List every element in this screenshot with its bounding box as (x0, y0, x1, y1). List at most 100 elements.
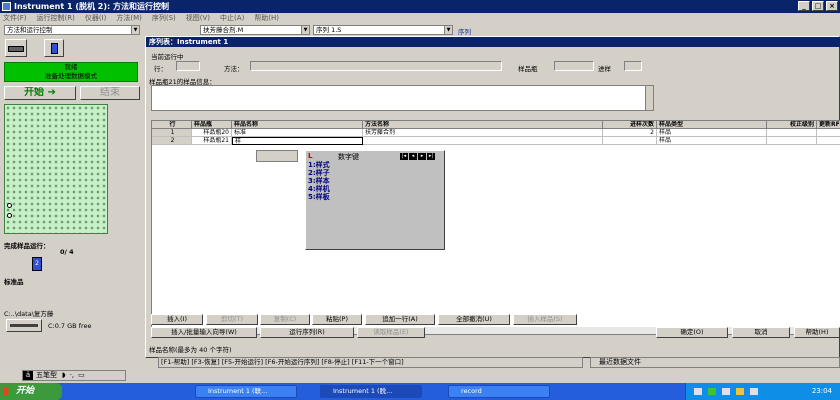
method-select[interactable]: 扶芳藤合剂.M ▼ (200, 25, 310, 35)
cell-sample-type[interactable]: 样品 (657, 137, 767, 145)
punctuation-icon[interactable]: ·, (68, 371, 76, 380)
autosampler-tray[interactable] (4, 104, 108, 234)
cell-vial[interactable]: 样品瓶20 (192, 129, 232, 137)
tray-device-icon[interactable] (750, 388, 758, 395)
cancel-button[interactable]: 取消 (732, 327, 790, 338)
cell-update-rf[interactable] (817, 137, 840, 145)
toolbar: 方法和运行控制 ▼ 扶芳藤合剂.M ▼ 序列 1.S ▼ 序列 (0, 24, 840, 36)
cell-sample-name[interactable]: 标准 (232, 129, 363, 137)
paste-button[interactable]: 粘贴(P) (312, 314, 362, 325)
menu-sequence[interactable]: 序列(S) (152, 13, 176, 24)
cell-calib-level[interactable] (767, 129, 817, 137)
start-label: 开始 (24, 87, 45, 98)
menu-file[interactable]: 文件(F) (3, 13, 27, 24)
dialog-status-text: 样品名称(最多为 40 个字符) (149, 346, 232, 354)
status-mode: 准备处理数据模式 (45, 72, 97, 80)
insert-sample-button[interactable]: 插入样品(S) (513, 314, 577, 325)
ime-candidate[interactable]: 3:样本 (308, 177, 330, 185)
menu-view[interactable]: 视图(V) (186, 13, 210, 24)
column-header-sample-name[interactable]: 样品名称 (232, 121, 363, 129)
ime-last-page-icon[interactable]: ▸| (427, 153, 435, 160)
tray-position-marker (7, 203, 12, 208)
sequence-grid[interactable]: 行 样品瓶 样品名称 方法名称 进样次数 样品类型 校正级别 更新RF 1 样品… (151, 120, 840, 335)
help-button[interactable]: 帮助(H) (794, 327, 840, 338)
ime-next-page-icon[interactable]: ▸ (418, 153, 426, 160)
ime-mode-icon[interactable]: ä (23, 371, 33, 380)
cell-method-name[interactable]: 扶芳藤合剂 (363, 129, 603, 137)
vial-icon[interactable] (44, 39, 64, 57)
column-header-method-name[interactable]: 方法名称 (363, 121, 603, 129)
cell-injections[interactable] (603, 137, 657, 145)
ime-candidate[interactable]: 4:样机 (308, 185, 330, 193)
taskbar-item-instrument-online[interactable]: Instrument 1 (联... (195, 385, 297, 398)
run-sequence-button[interactable]: 运行序列(R) (260, 327, 354, 338)
half-width-icon[interactable]: ◗ (60, 371, 68, 380)
cell-sample-type[interactable]: 样品 (657, 129, 767, 137)
ime-name: 五笔型 (36, 371, 57, 379)
menu-help[interactable]: 帮助(H) (254, 13, 279, 24)
ime-prev-page-icon[interactable]: ◂ (409, 153, 417, 160)
cell-vial[interactable]: 样品瓶21 (192, 137, 232, 145)
completed-count: 0/ 4 (60, 248, 74, 256)
ime-candidate[interactable]: 5:样板 (308, 193, 330, 201)
taskbar-item-label: record (461, 387, 482, 395)
column-header-row[interactable]: 行 (152, 121, 192, 129)
column-header-update-rf[interactable]: 更新RF (817, 121, 840, 129)
cut-button[interactable]: 剪切(T) (206, 314, 258, 325)
cell-calib-level[interactable] (767, 137, 817, 145)
menu-instrument[interactable]: 仪器(I) (85, 13, 107, 24)
start-button[interactable]: 开始 ➔ (4, 86, 76, 100)
ime-status-bar[interactable]: ä 五笔型 ◗ ·, ▭ (22, 370, 126, 381)
ime-first-page-icon[interactable]: |◂ (400, 153, 408, 160)
column-header-sample-type[interactable]: 样品类型 (657, 121, 767, 129)
chevron-down-icon: ▼ (301, 26, 309, 34)
append-row-button[interactable]: 追加一行(A) (365, 314, 435, 325)
tray-security-icon[interactable] (736, 388, 744, 395)
taskbar-item-instrument-offline[interactable]: Instrument 1 (脱... (320, 385, 422, 398)
close-button[interactable]: × (826, 1, 838, 11)
soft-keyboard-icon[interactable]: ▭ (76, 371, 87, 380)
mode-select[interactable]: 方法和运行控制 ▼ (4, 25, 140, 35)
window-titlebar: Instrument 1 (脱机 2): 方法和运行控制 _ □ × (0, 0, 840, 13)
standard-label: 标准品 (4, 278, 24, 286)
status-ready: 就绪 (64, 63, 78, 71)
sample-info-textarea[interactable] (151, 85, 654, 111)
recent-files-panel[interactable]: 最近数据文件 (590, 357, 840, 368)
inject-label: 进样 (598, 65, 611, 73)
row-number: 1 (152, 129, 192, 137)
cell-update-rf[interactable] (817, 129, 840, 137)
instrument-icon[interactable] (5, 39, 27, 57)
taskbar-item-record[interactable]: record (448, 385, 550, 398)
info-scrollbar[interactable] (645, 86, 653, 110)
tray-network-icon[interactable] (694, 388, 702, 395)
ime-candidate[interactable]: 2:样子 (308, 169, 330, 177)
stop-button[interactable]: 结束 (80, 86, 140, 100)
method-select-value: 扶芳藤合剂.M (203, 26, 244, 34)
ok-button[interactable]: 确定(O) (656, 327, 728, 338)
arrow-right-icon: ➔ (47, 87, 56, 98)
insert-wizard-button[interactable]: 插入/批量输入向导(W) (151, 327, 257, 338)
minimize-button[interactable]: _ (798, 1, 810, 11)
copy-button[interactable]: 复制(C) (260, 314, 310, 325)
column-header-injections[interactable]: 进样次数 (603, 121, 657, 129)
menu-run-control[interactable]: 运行控制(R) (37, 13, 75, 24)
insert-button[interactable]: 插入(I) (151, 314, 203, 325)
maximize-button[interactable]: □ (812, 1, 824, 11)
read-sample-button[interactable]: 读取样品(E) (357, 327, 425, 338)
column-header-vial[interactable]: 样品瓶 (192, 121, 232, 129)
column-header-calib-level[interactable]: 校正级别 (767, 121, 817, 129)
menu-abort[interactable]: 中止(A) (220, 13, 244, 24)
start-menu-button[interactable]: 开始 (0, 383, 62, 400)
ime-candidate[interactable]: 1:样式 (308, 161, 330, 169)
menu-method[interactable]: 方法(M) (116, 13, 142, 24)
cell-method-name[interactable] (363, 137, 603, 145)
clock[interactable]: 23:04 (812, 383, 832, 400)
cell-injections[interactable]: 2 (603, 129, 657, 137)
undo-all-button[interactable]: 全部撤消(U) (438, 314, 510, 325)
sequence-select[interactable]: 序列 1.S ▼ (313, 25, 453, 35)
current-vial-icon: 2 (32, 257, 42, 271)
tray-volume-icon[interactable] (722, 388, 730, 395)
tray-app-icon[interactable] (708, 388, 716, 395)
cell-sample-name-editing[interactable]: 样 (232, 137, 363, 145)
ime-candidate-window[interactable]: L 数字键 |◂ ◂ ▸ ▸| 1:样式 2:样子 3:样本 4:样机 5:样板 (305, 150, 445, 250)
